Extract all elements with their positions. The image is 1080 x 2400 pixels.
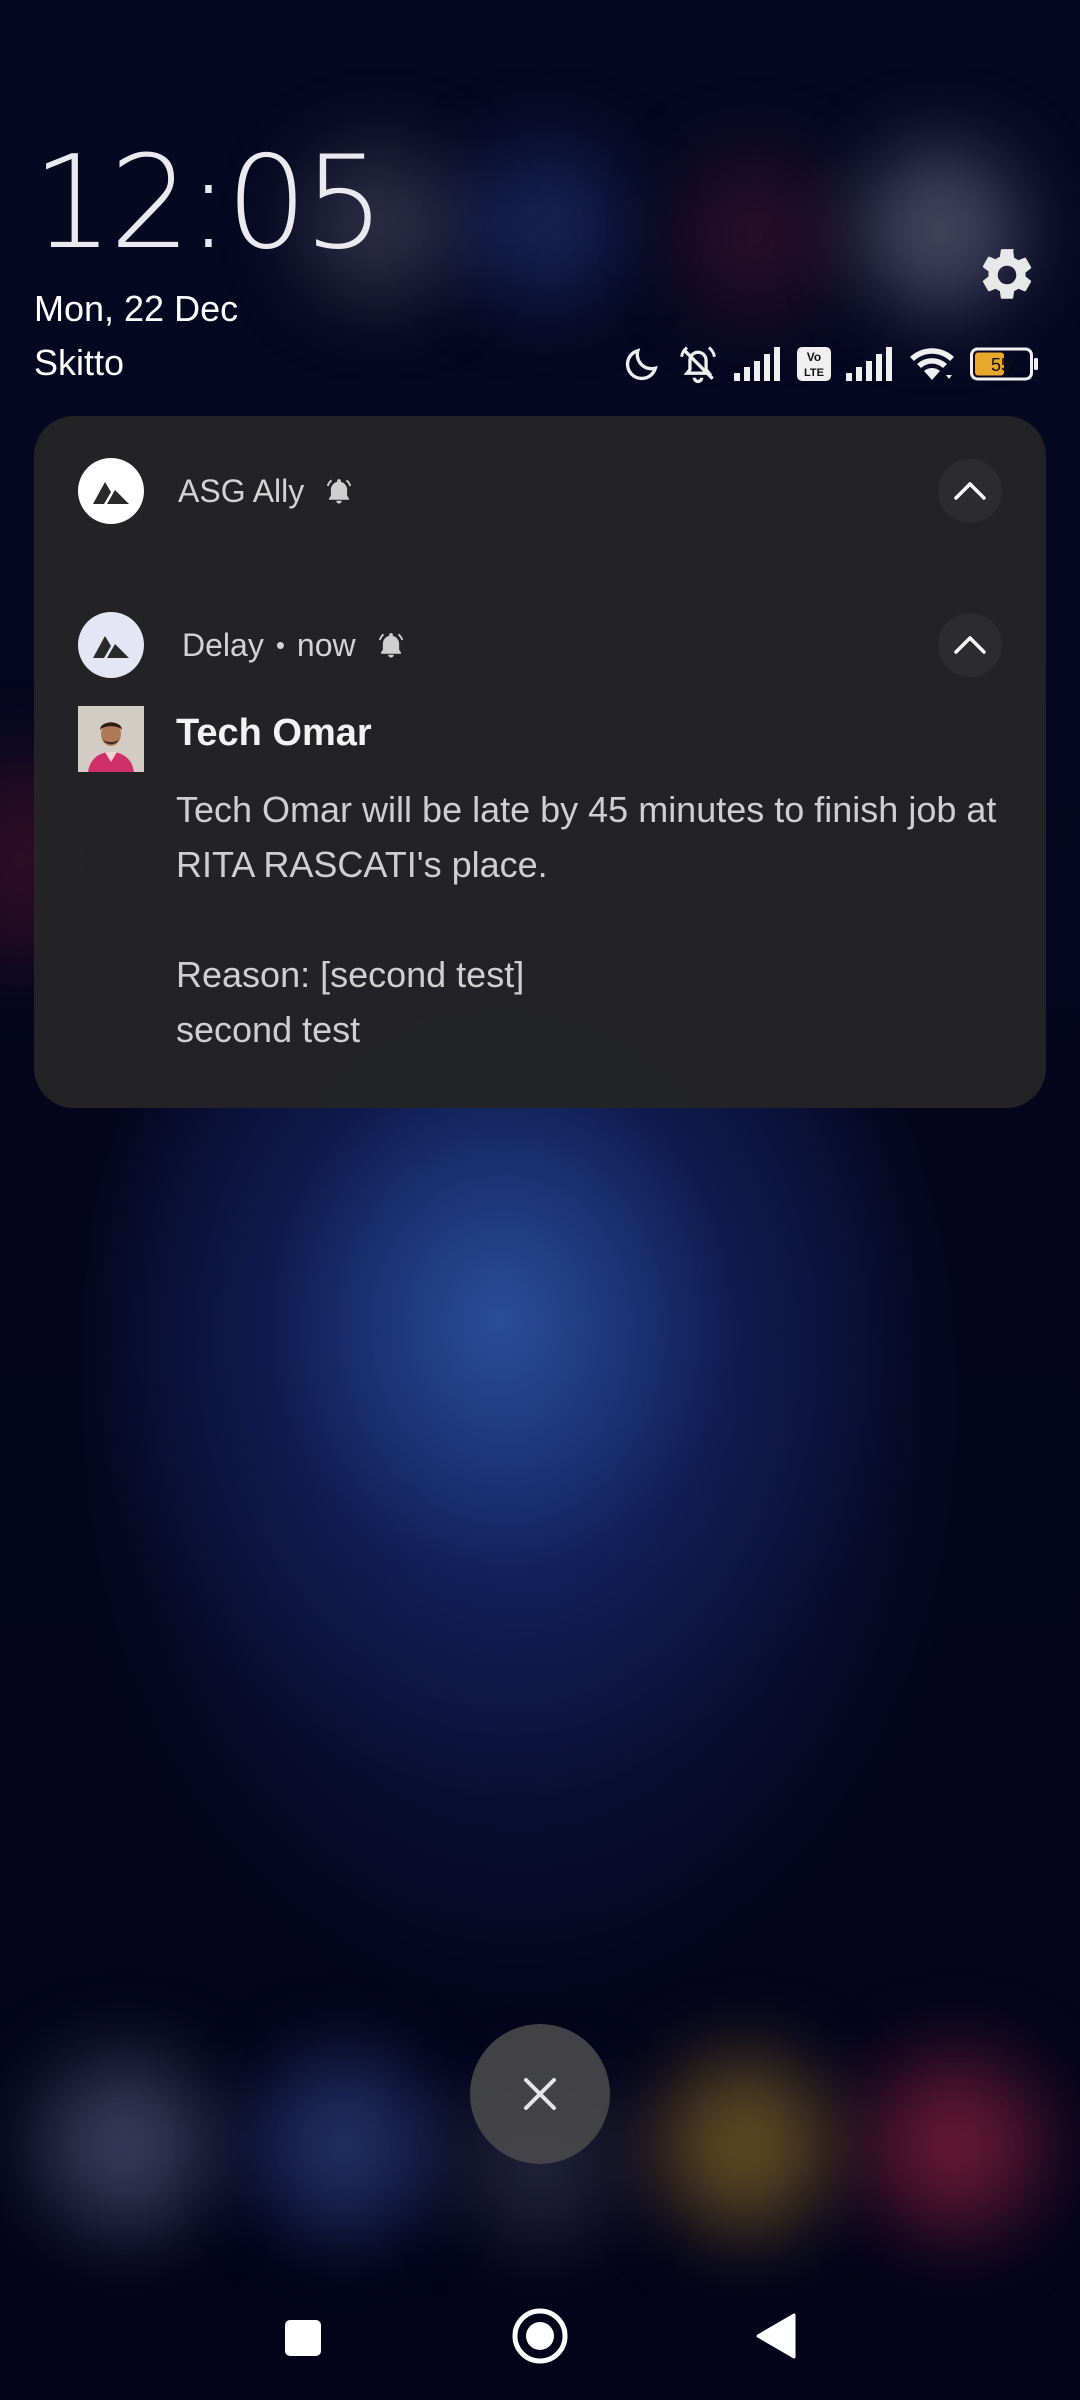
bell-icon xyxy=(376,629,406,661)
svg-text:Vo: Vo xyxy=(807,350,821,364)
chevron-up-icon xyxy=(954,636,986,654)
wifi-icon xyxy=(908,345,956,383)
battery-level-text: 55 xyxy=(991,355,1011,375)
asg-ally-app-icon xyxy=(78,612,144,678)
lockscreen-date: Mon, 22 Dec xyxy=(34,288,239,329)
notification-header[interactable]: Delay • now xyxy=(78,612,1002,678)
recents-button[interactable] xyxy=(275,2310,331,2366)
signal-bars-icon xyxy=(734,347,782,381)
svg-text:LTE: LTE xyxy=(804,367,824,379)
alarm-off-icon xyxy=(676,342,720,386)
bell-icon xyxy=(324,475,354,507)
chevron-up-icon xyxy=(954,482,986,500)
notification-message: Tech Omar will be late by 45 minutes to … xyxy=(176,782,1016,1057)
clear-notifications-button[interactable] xyxy=(470,2024,610,2164)
dnd-moon-icon xyxy=(622,344,662,384)
volte-icon: Vo LTE xyxy=(796,346,832,382)
notification-time: now xyxy=(296,626,356,663)
notification-group-header[interactable]: ASG Ally xyxy=(78,458,1002,524)
signal-bars-icon xyxy=(846,347,894,381)
sender-name: Tech Omar xyxy=(176,712,372,754)
recents-square-icon xyxy=(285,2320,321,2356)
back-button[interactable] xyxy=(748,2308,804,2364)
collapse-notification-button[interactable] xyxy=(938,613,1002,677)
reason-detail-text: second test xyxy=(176,1009,361,1050)
navigation-bar xyxy=(0,2290,1080,2380)
reason-text: Reason: [second test] xyxy=(176,954,525,995)
separator-dot: • xyxy=(275,629,285,660)
carrier-name: Skitto xyxy=(34,342,125,383)
notification-channel: Delay xyxy=(182,626,264,663)
lockscreen-clock: 12:05 xyxy=(32,129,385,278)
sender-avatar xyxy=(78,706,144,772)
notification-card[interactable]: ASG Ally Delay • now Tech Omar Tech Omar… xyxy=(34,416,1046,1108)
battery-icon: 55 xyxy=(970,347,1040,381)
status-icons: Vo LTE 55 xyxy=(622,340,1040,388)
home-button[interactable] xyxy=(508,2304,572,2368)
asg-ally-app-icon xyxy=(78,458,144,524)
close-icon xyxy=(524,2078,556,2110)
app-name: ASG Ally xyxy=(178,472,305,509)
back-triangle-icon xyxy=(756,2313,796,2359)
home-circle-icon xyxy=(512,2308,568,2364)
collapse-group-button[interactable] xyxy=(938,459,1002,523)
settings-gear-icon[interactable] xyxy=(976,244,1038,306)
message-text: Tech Omar will be late by 45 minutes to … xyxy=(176,789,997,885)
